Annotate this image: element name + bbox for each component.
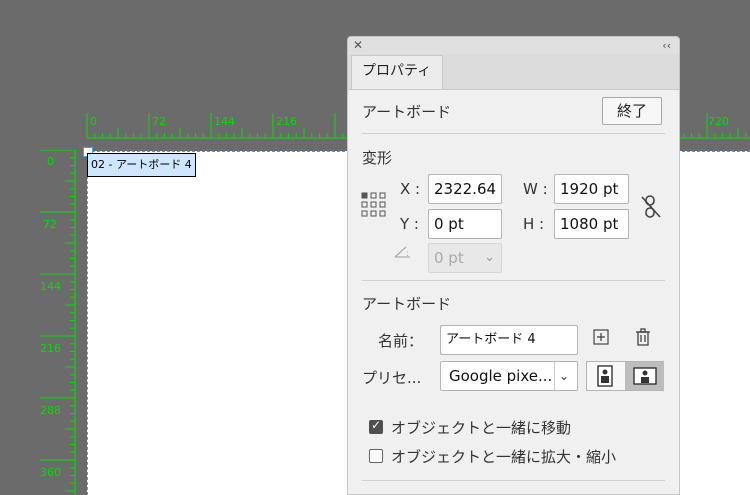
- landscape-option[interactable]: [625, 362, 664, 390]
- collapse-icon[interactable]: ‹‹: [662, 37, 671, 54]
- ruler-v-label-0: 0: [47, 155, 54, 168]
- done-button[interactable]: 終了: [602, 97, 662, 125]
- y-field[interactable]: 0 pt: [428, 209, 502, 239]
- preset-label: プリセ...: [362, 369, 422, 387]
- divider: [362, 133, 665, 134]
- orientation-toggle: [586, 361, 664, 391]
- name-label: 名前：: [378, 332, 424, 350]
- move-with-artwork-label[interactable]: オブジェクトと一緒に移動: [391, 417, 571, 438]
- ruler-v-label-360: 360: [40, 466, 61, 479]
- x-label: X :: [400, 180, 421, 198]
- vertical-ruler: 0 72 144 216 288 360: [40, 150, 76, 495]
- reference-point-icon[interactable]: [361, 192, 387, 218]
- ruler-h-label-216: 216: [276, 115, 297, 128]
- rotate-field: 0 pt ⌄: [428, 243, 502, 273]
- trash-icon[interactable]: [635, 328, 651, 346]
- transform-title: 変形: [362, 149, 393, 167]
- ruler-h-label-72: 72: [152, 115, 166, 128]
- move-with-artwork-checkbox[interactable]: [369, 418, 383, 434]
- x-field[interactable]: 2322.64: [428, 174, 502, 204]
- constrain-proportions-icon[interactable]: [640, 194, 662, 220]
- h-label: H :: [523, 215, 545, 233]
- portrait-icon[interactable]: [595, 365, 615, 387]
- ruler-h-label-0: 0: [90, 115, 97, 128]
- preset-value: Google pixe...: [449, 367, 553, 385]
- panel-titlebar: ✕ ‹‹: [348, 37, 679, 55]
- panel-tabbar: プロパティ: [348, 54, 679, 90]
- ruler-v-label-216: 216: [40, 342, 61, 355]
- w-label: W :: [523, 180, 548, 198]
- scale-with-artwork-label[interactable]: オブジェクトと一緒に拡大・縮小: [391, 446, 616, 467]
- landscape-icon: [633, 367, 657, 385]
- chevron-down-icon: ⌄: [484, 250, 495, 265]
- ruler-v-label-144: 144: [40, 280, 61, 293]
- rotate-value: 0 pt: [434, 249, 464, 267]
- svg-text::: :: [406, 249, 409, 259]
- tab-properties[interactable]: プロパティ: [351, 55, 443, 89]
- divider: [362, 480, 665, 481]
- height-field[interactable]: 1080 pt: [554, 209, 629, 239]
- ruler-h-label-720: 720: [708, 115, 729, 128]
- width-field[interactable]: 1920 pt: [554, 174, 629, 204]
- artboard-section-title: アートボード: [362, 295, 452, 313]
- ruler-v-label-288: 288: [40, 404, 61, 417]
- rotate-angle-icon: :: [394, 246, 410, 259]
- artboard-name-field[interactable]: アートボード 4: [440, 325, 578, 355]
- artboard-mode-title: アートボード: [362, 103, 452, 121]
- add-artboard-icon[interactable]: [593, 329, 609, 345]
- close-icon[interactable]: ✕: [353, 37, 363, 54]
- scale-with-artwork-checkbox[interactable]: [369, 449, 383, 463]
- artboard-name-label[interactable]: 02 - アートボード 4: [87, 153, 196, 177]
- divider: [362, 280, 665, 281]
- properties-panel: ✕ ‹‹ プロパティ アートボード 終了 変形 X : 2322.64 W : …: [347, 36, 680, 495]
- ruler-v-label-72: 72: [43, 218, 57, 231]
- chevron-down-icon: ⌄: [554, 362, 573, 390]
- y-label: Y :: [400, 215, 419, 233]
- ruler-h-label-144: 144: [214, 115, 235, 128]
- preset-select[interactable]: Google pixe... ⌄: [440, 361, 578, 391]
